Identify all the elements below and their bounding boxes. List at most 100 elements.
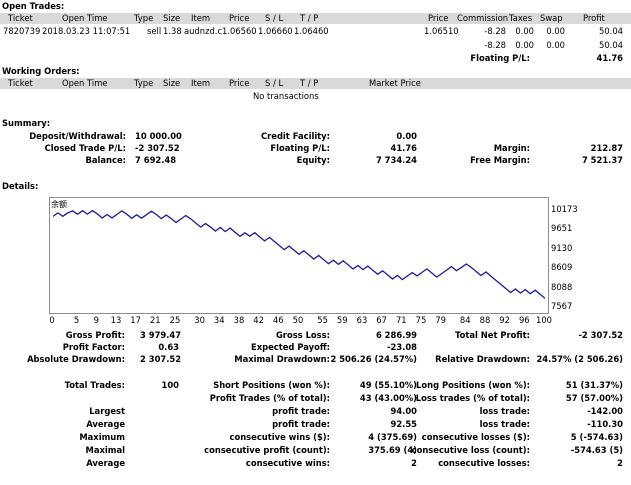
x-tick-label: 75 — [415, 315, 427, 325]
average-profit-value: 92.55 — [390, 419, 418, 429]
x-tick-label: 17 — [130, 315, 141, 325]
summary-floating-label: Floating P/L: — [270, 143, 330, 153]
working-orders-title: Working Orders: — [2, 66, 80, 76]
x-tick-label: 13 — [110, 315, 122, 325]
trade-profit: 50.04 — [599, 26, 623, 36]
open-trades-col-header[interactable]: Price — [428, 13, 448, 24]
open-trades-col-header[interactable]: T / P — [300, 13, 318, 24]
profit-trades-label: Profit Trades (% of total): — [209, 393, 330, 403]
largest-profit-value: 94.00 — [390, 406, 418, 416]
working-orders-col-header[interactable]: Ticket — [8, 78, 33, 89]
open-trades-col-header[interactable]: Profit — [583, 13, 605, 24]
no-transactions-text: No transactions — [253, 91, 319, 101]
gross-profit-label: Gross Profit: — [65, 330, 125, 340]
avg-consecutive-losses-label: consecutive losses: — [438, 458, 530, 468]
short-positions-label: Short Positions (won %): — [213, 380, 330, 390]
maximum-label: Maximum — [79, 432, 125, 442]
working-orders-col-header[interactable]: T / P — [300, 78, 318, 89]
profit-factor-label: Profit Factor: — [62, 342, 125, 352]
x-tick-label: 92 — [499, 315, 510, 325]
x-tick-label: 59 — [336, 315, 348, 325]
open-trades-col-header[interactable]: Size — [163, 13, 180, 24]
total-net-label: Total Net Profit: — [455, 330, 530, 340]
x-tick-label: 5 — [73, 315, 80, 325]
maximal-drawdown-value: 2 506.26 (24.57%) — [330, 354, 417, 364]
trade-swap: 0.00 — [546, 26, 565, 36]
credit-value: 0.00 — [396, 131, 417, 141]
largest-loss-value: -142.00 — [587, 406, 623, 416]
x-tick-label: 84 — [459, 315, 471, 325]
trade-type: sell — [147, 26, 162, 36]
open-trades-col-header[interactable]: Taxes — [509, 13, 532, 24]
x-tick-label: 30 — [194, 315, 205, 325]
total-net-value: -2 307.52 — [578, 330, 623, 340]
balance-chart-svg — [52, 209, 546, 299]
avg-consecutive-wins-value: 2 — [411, 458, 417, 468]
closed-pl-value: -2 307.52 — [135, 143, 180, 153]
trade-current-price: 1.06510 — [424, 26, 459, 36]
x-tick-label: 38 — [233, 315, 245, 325]
open-floating-label: Floating P/L: — [470, 53, 530, 63]
x-tick-label: 100 — [536, 315, 552, 325]
maximal-label: Maximal — [85, 445, 125, 455]
consecutive-loss-label: consecutive loss (count): — [411, 445, 530, 455]
working-orders-col-header[interactable]: Type — [134, 78, 153, 89]
balance-line — [52, 209, 546, 299]
relative-drawdown-value: 24.57% (2 506.26) — [536, 354, 623, 364]
average-profit-label: profit trade: — [272, 419, 330, 429]
average2-label: Average — [86, 458, 125, 468]
x-tick-label: 21 — [149, 315, 161, 325]
subtotal-commission: -8.28 — [484, 40, 506, 50]
profit-trades-value: 43 (43.00%) — [359, 393, 417, 403]
working-orders-col-header[interactable]: S / L — [265, 78, 283, 89]
open-trades-col-header[interactable]: Type — [134, 13, 153, 24]
consecutive-loss-value: -574.63 (5) — [570, 445, 623, 455]
subtotal-profit: 50.04 — [599, 40, 623, 50]
open-trades-col-header[interactable]: Commission — [457, 13, 508, 24]
open-trades-col-header[interactable]: Price — [229, 13, 249, 24]
open-trades-col-header[interactable]: Swap — [540, 13, 563, 24]
subtotal-taxes: 0.00 — [515, 40, 534, 50]
consecutive-profit-label: consecutive profit (count): — [204, 445, 330, 455]
credit-label: Credit Facility: — [260, 131, 330, 141]
chart-corner-label: 余额 — [51, 200, 67, 209]
gross-loss-value: 6 286.99 — [375, 330, 417, 340]
x-tick-label: 71 — [395, 315, 407, 325]
trade-taxes: 0.00 — [515, 26, 534, 36]
working-orders-col-header[interactable]: Item — [191, 78, 210, 89]
summary-floating-value: 41.76 — [390, 143, 418, 153]
working-orders-col-header[interactable]: Price — [229, 78, 249, 89]
y-tick-label: 7567 — [551, 301, 573, 311]
relative-drawdown-label: Relative Drawdown: — [435, 354, 530, 364]
x-tick-label: 42 — [253, 315, 264, 325]
loss-trades-label: Loss trades (% of total): — [415, 393, 530, 403]
deposit-label: Deposit/Withdrawal: — [29, 131, 126, 141]
working-orders-col-header[interactable]: Open Time — [62, 78, 108, 89]
x-tick-label: 96 — [518, 315, 530, 325]
open-trades-col-header[interactable]: Open Time — [62, 13, 108, 24]
x-tick-label: 55 — [317, 315, 328, 325]
total-trades-label: Total Trades: — [64, 380, 125, 390]
y-tick-label: 8088 — [551, 281, 573, 292]
y-tick-label: 8609 — [551, 262, 573, 273]
margin-value: 212.87 — [590, 143, 623, 153]
open-trades-col-header[interactable]: S / L — [265, 13, 283, 24]
x-tick-label: 46 — [272, 315, 284, 325]
avg-consecutive-wins-label: consecutive wins: — [245, 458, 330, 468]
open-trades-col-header[interactable]: Ticket — [8, 13, 33, 24]
loss-trades-value: 57 (57.00%) — [565, 393, 623, 403]
largest-label: Largest — [89, 406, 125, 416]
average-loss-label: loss trade: — [479, 419, 530, 429]
x-tick-label: 79 — [435, 315, 446, 325]
y-tick-label: 9130 — [551, 242, 573, 253]
balance-label: Balance: — [85, 155, 126, 165]
balance-chart — [49, 197, 549, 314]
trade-ticket[interactable]: 7820739 — [3, 26, 40, 37]
trade-commission: -8.28 — [484, 26, 506, 36]
absolute-drawdown-label: Absolute Drawdown: — [27, 354, 125, 364]
open-trades-col-header[interactable]: Item — [191, 13, 210, 24]
x-tick-label: 0 — [49, 315, 55, 325]
working-orders-col-header[interactable]: Market Price — [369, 78, 421, 89]
trade-price: 1.06560 — [222, 26, 257, 36]
working-orders-col-header[interactable]: Size — [163, 78, 180, 89]
